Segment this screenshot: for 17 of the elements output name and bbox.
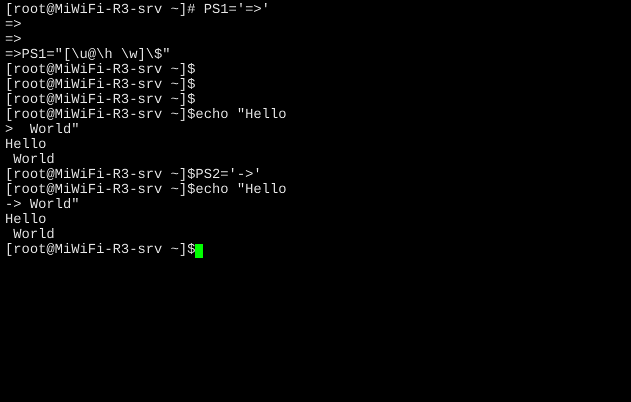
terminal-line: World	[12, 228, 55, 243]
terminal-line: =>PS1="[\u@\h \w]\$"	[5, 48, 171, 63]
terminal-line: [root@MiWiFi-R3-srv ~]$echo "Hello	[5, 183, 287, 198]
terminal-line: =>	[5, 33, 22, 48]
terminal-line: [root@MiWiFi-R3-srv ~]$PS2='->'	[5, 168, 262, 183]
terminal-line: =>	[5, 18, 22, 33]
terminal-line: [root@MiWiFi-R3-srv ~]$	[5, 63, 196, 78]
terminal-line: -> World"	[5, 198, 80, 213]
terminal-line: > World"	[5, 123, 80, 138]
terminal-line: [root@MiWiFi-R3-srv ~]$	[5, 78, 196, 93]
terminal-line: Hello	[5, 138, 46, 153]
terminal-line: [root@MiWiFi-R3-srv ~]# PS1='=>'	[5, 3, 270, 18]
terminal-line: [root@MiWiFi-R3-srv ~]$echo "Hello	[5, 108, 287, 123]
terminal-line: [root@MiWiFi-R3-srv ~]$	[5, 243, 196, 258]
terminal-line: [root@MiWiFi-R3-srv ~]$	[5, 93, 196, 108]
terminal-line: World	[12, 153, 55, 168]
terminal-line: Hello	[5, 213, 46, 228]
